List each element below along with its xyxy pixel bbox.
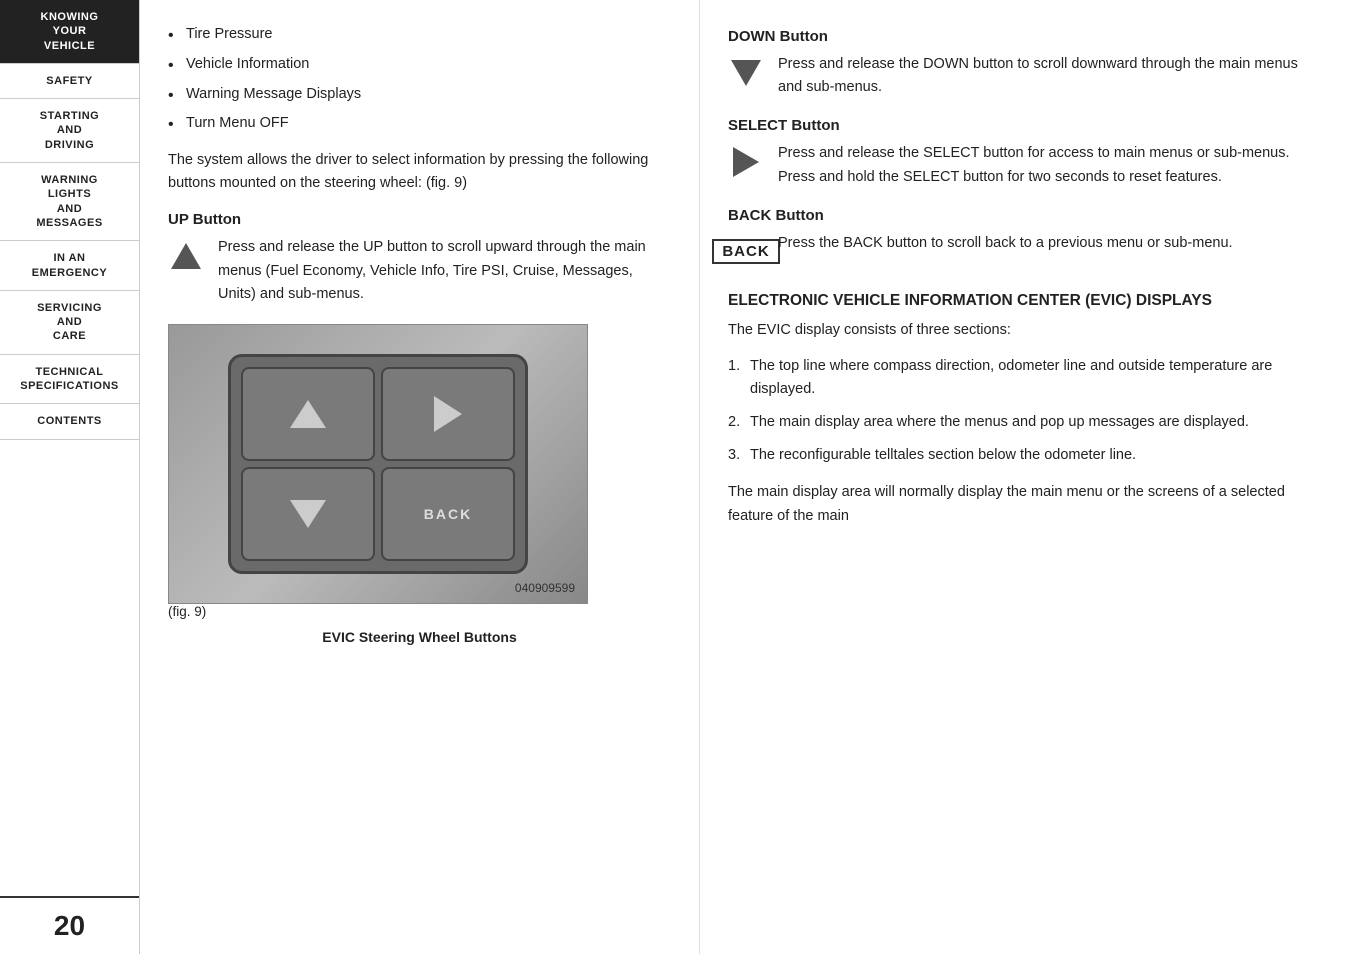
back-icon-label: BACK [712, 239, 779, 264]
back-button-desc: BACK Press the BACK button to scroll bac… [728, 232, 1324, 270]
triangle-down-shape [731, 60, 761, 86]
sidebar-item-label: IN AN EMERGENCY [32, 252, 107, 278]
left-column: Tire Pressure Vehicle Information Warnin… [140, 0, 700, 954]
sidebar-item-label: TECHNICAL SPECIFICATIONS [20, 366, 118, 392]
sidebar-item-warning-lights-and-messages[interactable]: WARNING LIGHTS AND MESSAGES [0, 163, 139, 241]
main-content: Tire Pressure Vehicle Information Warnin… [140, 0, 1352, 954]
up-button-section: UP Button Press and release the UP butto… [168, 211, 671, 306]
evic-intro: The EVIC display consists of three secti… [728, 319, 1324, 342]
evic-section: ELECTRONIC VEHICLE INFORMATION CENTER (E… [728, 290, 1324, 528]
select-button-desc: Press and release the SELECT button for … [728, 142, 1324, 188]
sidebar-item-label: CONTENTS [37, 415, 102, 427]
evic-heading: ELECTRONIC VEHICLE INFORMATION CENTER (E… [728, 290, 1324, 312]
sidebar-item-label: SAFETY [46, 75, 92, 87]
down-arrow-icon [728, 55, 764, 91]
right-arrow-icon [728, 144, 764, 180]
list-item: 2. The main display area where the menus… [728, 411, 1324, 434]
figure-image: BACK 040909599 [168, 324, 588, 604]
up-button-heading: UP Button [168, 211, 671, 228]
back-button-text: Press the BACK button to scroll back to … [778, 232, 1324, 255]
down-button-section: DOWN Button Press and release the DOWN b… [728, 28, 1324, 99]
sidebar-item-servicing-and-care[interactable]: SERVICING AND CARE [0, 291, 139, 355]
sidebar-item-safety[interactable]: SAFETY [0, 64, 139, 99]
list-item: Warning Message Displays [168, 84, 671, 106]
evic-footer: The main display area will normally disp… [728, 481, 1324, 527]
back-button-section: BACK Button BACK Press the BACK button t… [728, 207, 1324, 270]
page-number: 20 [0, 896, 139, 954]
down-button-desc: Press and release the DOWN button to scr… [728, 53, 1324, 99]
sidebar-item-label: WARNING LIGHTS AND MESSAGES [36, 174, 102, 229]
evic-list: 1. The top line where compass direction,… [728, 355, 1324, 468]
down-button-heading: DOWN Button [728, 28, 1324, 45]
right-column: DOWN Button Press and release the DOWN b… [700, 0, 1352, 954]
figure-number: 040909599 [515, 581, 575, 595]
up-arrow-icon [168, 238, 204, 274]
select-button-heading: SELECT Button [728, 117, 1324, 134]
sidebar-item-in-an-emergency[interactable]: IN AN EMERGENCY [0, 241, 139, 291]
back-icon: BACK [728, 234, 764, 270]
page-number-text: 20 [54, 910, 85, 941]
select-button-text: Press and release the SELECT button for … [778, 142, 1324, 188]
up-button-desc: Press and release the UP button to scrol… [168, 236, 671, 306]
sidebar: KNOWING YOUR VEHICLE SAFETY STARTING AND… [0, 0, 140, 954]
evic-list-item-2: The main display area where the menus an… [750, 414, 1249, 430]
sidebar-item-label: STARTING AND DRIVING [40, 110, 99, 151]
sidebar-item-label: SERVICING AND CARE [37, 302, 102, 343]
triangle-right-shape [733, 147, 759, 177]
sidebar-item-starting-and-driving[interactable]: STARTING AND DRIVING [0, 99, 139, 163]
fig-ref: (fig. 9) [168, 604, 671, 619]
sidebar-item-label: KNOWING YOUR VEHICLE [41, 11, 99, 52]
sidebar-item-contents[interactable]: CONTENTS [0, 404, 139, 439]
figure-area: BACK 040909599 (fig. 9) EVIC Steering Wh… [168, 324, 671, 645]
sidebar-item-knowing-your-vehicle[interactable]: KNOWING YOUR VEHICLE [0, 0, 139, 64]
back-button-heading: BACK Button [728, 207, 1324, 224]
select-button-section: SELECT Button Press and release the SELE… [728, 117, 1324, 188]
figure-caption-label: EVIC Steering Wheel Buttons [168, 629, 671, 645]
evic-list-item-3: The reconfigurable telltales section bel… [750, 447, 1136, 463]
list-item: Tire Pressure [168, 24, 671, 46]
intro-text: The system allows the driver to select i… [168, 149, 671, 195]
triangle-up-shape [171, 243, 201, 269]
list-item: 3. The reconfigurable telltales section … [728, 444, 1324, 467]
bullet-list: Tire Pressure Vehicle Information Warnin… [168, 24, 671, 135]
down-button-text: Press and release the DOWN button to scr… [778, 53, 1324, 99]
evic-list-item-1: The top line where compass direction, od… [750, 358, 1272, 397]
list-item: 1. The top line where compass direction,… [728, 355, 1324, 401]
list-item: Vehicle Information [168, 54, 671, 76]
up-button-text: Press and release the UP button to scrol… [218, 236, 671, 306]
sidebar-item-technical-specifications[interactable]: TECHNICAL SPECIFICATIONS [0, 355, 139, 405]
list-item: Turn Menu OFF [168, 113, 671, 135]
